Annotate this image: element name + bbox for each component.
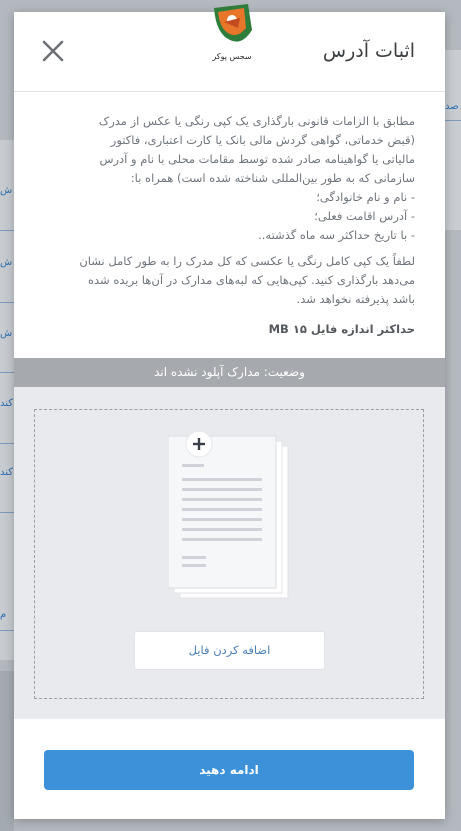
address-proof-modal: سجس پوکر اثبات آدرس مطابق با الزامات قان…	[14, 4, 445, 819]
background-left-tab: م	[0, 609, 7, 620]
background-left-tab: ش	[0, 185, 13, 196]
background-divider	[0, 302, 14, 303]
requirements-description: مطابق با الزامات قانونی بارگذاری یک کپی …	[98, 114, 415, 242]
file-dropzone[interactable]: اضافه کردن فایل	[34, 409, 424, 699]
background-right-tab: صد	[445, 101, 459, 112]
brand-logo-text: سجس پوکر	[212, 52, 252, 61]
background-left-tab: ش	[0, 328, 13, 339]
background-divider	[0, 443, 14, 444]
background-left-tab: کند	[0, 467, 14, 478]
modal-header: سجس پوکر اثبات آدرس	[14, 4, 445, 92]
background-divider	[0, 512, 14, 513]
continue-button[interactable]: ادامه دهید	[44, 750, 414, 790]
close-icon[interactable]	[40, 38, 66, 64]
background-divider	[445, 120, 461, 121]
document-add-icon	[168, 432, 289, 599]
upload-status-bar: وضعیت: مدارک آپلود نشده اند	[14, 358, 445, 387]
background-divider	[0, 630, 14, 631]
modal-footer: ادامه دهید	[14, 719, 445, 819]
background-left-tab: ش	[0, 257, 13, 268]
background-divider	[0, 230, 14, 231]
upload-area: اضافه کردن فایل	[14, 387, 445, 719]
upload-instruction: لطفاً یک کپی کامل رنگی یا عکسی که کل مدر…	[79, 254, 415, 306]
modal-title: اثبات آدرس	[322, 40, 415, 62]
background-left-tab: کند	[0, 398, 14, 409]
brand-logo	[214, 4, 252, 42]
max-file-size-note: حداکثر اندازه فایل ۱۵ MB	[268, 322, 415, 336]
background-bottom-panel	[0, 671, 14, 831]
background-right-panel	[445, 50, 461, 230]
background-divider	[0, 372, 14, 373]
add-file-button[interactable]: اضافه کردن فایل	[134, 631, 325, 670]
